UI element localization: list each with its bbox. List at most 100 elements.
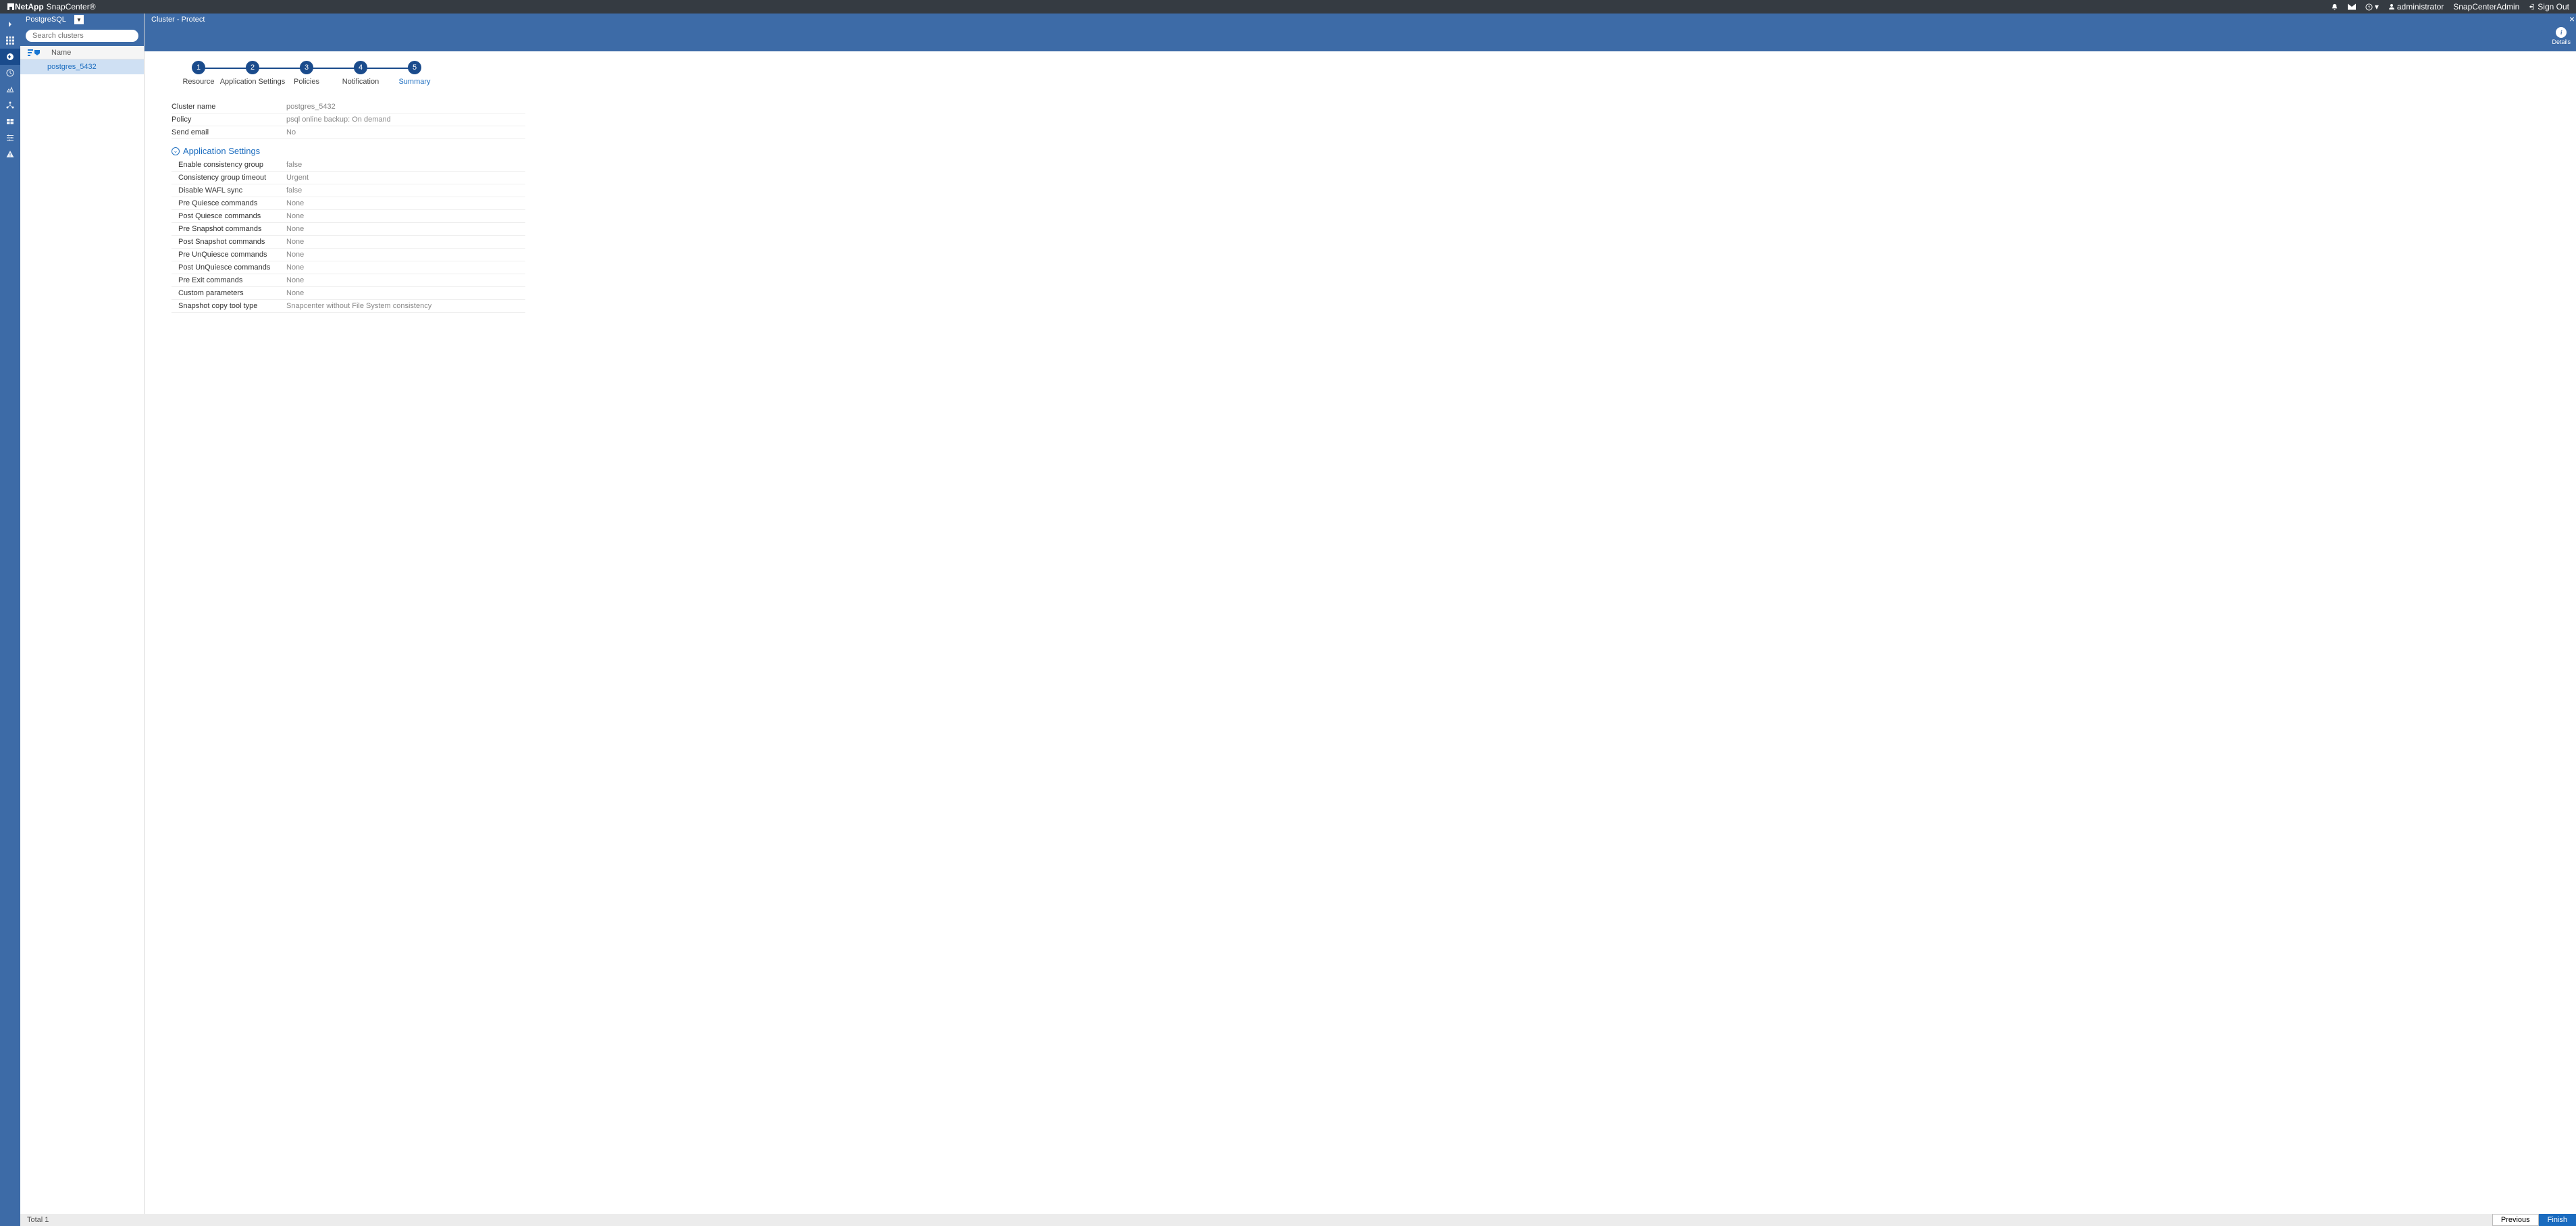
kv-key: Disable WAFL sync (172, 186, 286, 195)
clusters-panel: PostgreSQL ▼ Name postgres_5432 (20, 14, 144, 1214)
kv-value: No (286, 128, 525, 136)
wizard-step-notification[interactable]: 4 Notification (334, 61, 388, 86)
user-menu[interactable]: administrator (2388, 2, 2444, 11)
list-header: Name (20, 46, 144, 59)
breadcrumb-text: Cluster - Protect (151, 16, 205, 24)
finish-button[interactable]: Finish (2539, 1214, 2576, 1226)
brand: NetApp (15, 2, 44, 11)
kv-value: Urgent (286, 174, 525, 182)
kv-row: Enable consistency groupfalse (172, 159, 525, 172)
kv-value: None (286, 212, 525, 220)
nav-monitor[interactable] (0, 65, 20, 81)
signout-button[interactable]: Sign Out (2529, 2, 2569, 11)
wizard-steps: 1 Resource 2Application Settings 3 Policies 4… (172, 61, 2576, 86)
search-wrap (20, 26, 144, 46)
top-bar: NetApp SnapCenter® ?▾ administrator Snap… (0, 0, 2576, 14)
chevron-down-icon: ⌄ (172, 147, 180, 155)
kv-key: Policy (172, 116, 286, 124)
kv-value: None (286, 276, 525, 284)
step-number: 3 (300, 61, 313, 74)
nav-dashboard[interactable] (0, 32, 20, 49)
kv-key: Snapshot copy tool type (172, 302, 286, 310)
notifications-icon[interactable] (2331, 3, 2338, 11)
summary-top: Cluster namepostgres_5432Policypsql onli… (172, 101, 525, 139)
kv-key: Post Snapshot commands (172, 238, 286, 246)
kv-row: Post Snapshot commandsNone (172, 236, 525, 249)
kv-key: Pre Exit commands (172, 276, 286, 284)
step-number: 4 (354, 61, 367, 74)
wizard-step-summary[interactable]: 5 Summary (388, 61, 442, 86)
nav-hosts[interactable] (0, 97, 20, 113)
messages-icon[interactable] (2348, 3, 2356, 10)
kv-row: Pre Snapshot commandsNone (172, 223, 525, 236)
kv-value: Snapcenter without File System consisten… (286, 302, 525, 310)
details-button[interactable]: i Details (2552, 27, 2571, 45)
kv-value: false (286, 186, 525, 195)
kv-row: Pre Exit commandsNone (172, 274, 525, 287)
tab-dropdown[interactable]: ▼ (74, 15, 84, 24)
kv-row: Post Quiesce commandsNone (172, 210, 525, 223)
step-label: Application Settings (220, 78, 286, 86)
kv-row: Custom parametersNone (172, 287, 525, 300)
nav-rail (0, 14, 20, 1226)
kv-key: Pre Quiesce commands (172, 199, 286, 207)
kv-value: postgres_5432 (286, 103, 525, 111)
step-label: Policies (294, 78, 319, 86)
status-bar: Total 1 (20, 1214, 2576, 1226)
kv-row: Consistency group timeoutUrgent (172, 172, 525, 184)
kv-value: None (286, 289, 525, 297)
role-label[interactable]: SnapCenterAdmin (2453, 2, 2519, 11)
netapp-logo-icon (7, 3, 15, 11)
panel-tabs: PostgreSQL ▼ (20, 14, 144, 26)
wizard-step-application-settings[interactable]: 2Application Settings (226, 61, 280, 86)
kv-value: false (286, 161, 525, 169)
step-number: 5 (408, 61, 421, 74)
kv-key: Custom parameters (172, 289, 286, 297)
svg-text:?: ? (2368, 5, 2371, 9)
search-input[interactable] (26, 30, 138, 42)
sort-button[interactable] (20, 49, 47, 56)
app-settings-list: Enable consistency groupfalseConsistency… (172, 159, 525, 313)
kv-row: Pre Quiesce commandsNone (172, 197, 525, 210)
kv-value: None (286, 225, 525, 233)
kv-value: None (286, 238, 525, 246)
main: Cluster - Protect × i Details 1 Resource 2… (144, 14, 2576, 1214)
kv-key: Consistency group timeout (172, 174, 286, 182)
step-label: Summary (398, 78, 430, 86)
nav-reports[interactable] (0, 81, 20, 97)
nav-alerts[interactable] (0, 146, 20, 162)
kv-key: Cluster name (172, 103, 286, 111)
kv-row: Pre UnQuiesce commandsNone (172, 249, 525, 261)
list-item[interactable]: postgres_5432 (20, 59, 144, 74)
wizard-step-policies[interactable]: 3 Policies (280, 61, 334, 86)
kv-row: Disable WAFL syncfalse (172, 184, 525, 197)
kv-key: Post Quiesce commands (172, 212, 286, 220)
kv-key: Pre UnQuiesce commands (172, 251, 286, 259)
kv-value: None (286, 263, 525, 272)
content: 1 Resource 2Application Settings 3 Policies 4… (144, 51, 2576, 1214)
kv-row: Cluster namepostgres_5432 (172, 101, 525, 113)
action-bar: Previous Finish (2492, 1214, 2576, 1226)
kv-row: Snapshot copy tool typeSnapcenter withou… (172, 300, 525, 313)
step-label: Notification (342, 78, 379, 86)
section-app-settings[interactable]: ⌄ Application Settings (172, 146, 2576, 156)
toolbar: i Details (144, 26, 2576, 51)
close-icon[interactable]: × (2569, 14, 2575, 24)
product-name: SnapCenter® (47, 2, 96, 11)
nav-resources[interactable] (0, 49, 20, 65)
kv-key: Pre Snapshot commands (172, 225, 286, 233)
list-item-label: postgres_5432 (47, 63, 97, 71)
wizard-step-resource[interactable]: 1 Resource (172, 61, 226, 86)
help-icon[interactable]: ?▾ (2365, 2, 2379, 11)
kv-row: Send emailNo (172, 126, 525, 139)
col-name[interactable]: Name (47, 49, 144, 57)
step-label: Resource (182, 78, 214, 86)
step-number: 1 (192, 61, 205, 74)
nav-settings[interactable] (0, 130, 20, 146)
info-icon: i (2556, 27, 2567, 38)
tab-postgresql[interactable]: PostgreSQL (20, 14, 72, 26)
breadcrumb: Cluster - Protect × (144, 14, 2576, 26)
nav-storage[interactable] (0, 113, 20, 130)
previous-button[interactable]: Previous (2492, 1214, 2539, 1226)
nav-expand[interactable] (0, 16, 20, 32)
